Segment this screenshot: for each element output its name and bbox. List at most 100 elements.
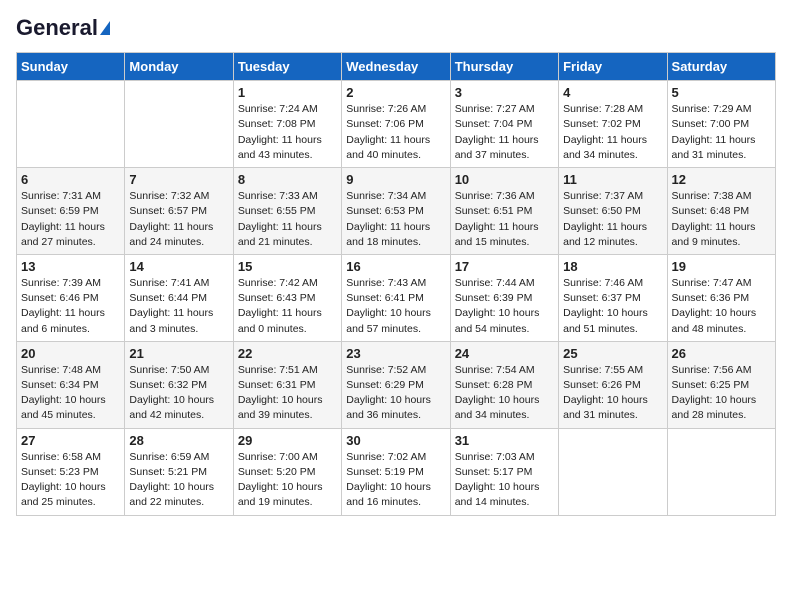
day-info: Sunrise: 7:52 AM Sunset: 6:29 PM Dayligh… <box>346 363 445 424</box>
day-header-thursday: Thursday <box>450 53 558 81</box>
calendar-cell <box>667 428 775 515</box>
calendar-week-1: 1Sunrise: 7:24 AM Sunset: 7:08 PM Daylig… <box>17 81 776 168</box>
calendar-week-5: 27Sunrise: 6:58 AM Sunset: 5:23 PM Dayli… <box>17 428 776 515</box>
calendar-cell: 8 Sunrise: 7:33 AM Sunset: 6:55 PM Daylig… <box>233 168 341 255</box>
calendar-cell: 20 Sunrise: 7:48 AM Sunset: 6:34 PM Dayli… <box>17 341 125 428</box>
calendar-cell: 5 Sunrise: 7:29 AM Sunset: 7:00 PM Daylig… <box>667 81 775 168</box>
day-number: 21 <box>129 346 228 361</box>
day-number: 12 <box>672 172 771 187</box>
day-info: Sunrise: 7:44 AM Sunset: 6:39 PM Dayligh… <box>455 276 554 337</box>
day-number: 3 <box>455 85 554 100</box>
day-number: 17 <box>455 259 554 274</box>
day-number: 19 <box>672 259 771 274</box>
day-number: 23 <box>346 346 445 361</box>
day-number: 31 <box>455 433 554 448</box>
day-header-tuesday: Tuesday <box>233 53 341 81</box>
day-info: Sunrise: 7:48 AM Sunset: 6:34 PM Dayligh… <box>21 363 120 424</box>
day-number: 4 <box>563 85 662 100</box>
day-info: Sunrise: 7:56 AM Sunset: 6:25 PM Dayligh… <box>672 363 771 424</box>
day-info: Sunrise: 7:27 AM Sunset: 7:04 PM Dayligh… <box>455 102 554 163</box>
day-info: Sunrise: 7:38 AM Sunset: 6:48 PM Dayligh… <box>672 189 771 250</box>
day-header-friday: Friday <box>559 53 667 81</box>
calendar-cell: 1Sunrise: 7:24 AM Sunset: 7:08 PM Daylig… <box>233 81 341 168</box>
day-info: Sunrise: 7:51 AM Sunset: 6:31 PM Dayligh… <box>238 363 337 424</box>
day-info: Sunrise: 7:41 AM Sunset: 6:44 PM Dayligh… <box>129 276 228 337</box>
day-number: 30 <box>346 433 445 448</box>
calendar-cell: 13 Sunrise: 7:39 AM Sunset: 6:46 PM Dayli… <box>17 254 125 341</box>
day-info: Sunrise: 7:00 AM Sunset: 5:20 PM Dayligh… <box>238 450 337 511</box>
day-number: 2 <box>346 85 445 100</box>
calendar-cell: 23 Sunrise: 7:52 AM Sunset: 6:29 PM Dayli… <box>342 341 450 428</box>
day-info: Sunrise: 7:32 AM Sunset: 6:57 PM Dayligh… <box>129 189 228 250</box>
day-info: Sunrise: 7:26 AM Sunset: 7:06 PM Dayligh… <box>346 102 445 163</box>
day-info: Sunrise: 7:34 AM Sunset: 6:53 PM Dayligh… <box>346 189 445 250</box>
day-info: Sunrise: 7:54 AM Sunset: 6:28 PM Dayligh… <box>455 363 554 424</box>
day-number: 26 <box>672 346 771 361</box>
calendar-week-3: 13 Sunrise: 7:39 AM Sunset: 6:46 PM Dayli… <box>17 254 776 341</box>
day-info: Sunrise: 6:58 AM Sunset: 5:23 PM Dayligh… <box>21 450 120 511</box>
day-info: Sunrise: 7:47 AM Sunset: 6:36 PM Dayligh… <box>672 276 771 337</box>
calendar-cell: 6 Sunrise: 7:31 AM Sunset: 6:59 PM Daylig… <box>17 168 125 255</box>
calendar-table: SundayMondayTuesdayWednesdayThursdayFrid… <box>16 52 776 515</box>
calendar-cell: 15Sunrise: 7:42 AM Sunset: 6:43 PM Dayli… <box>233 254 341 341</box>
page-header: General <box>16 16 776 40</box>
day-info: Sunrise: 7:42 AM Sunset: 6:43 PM Dayligh… <box>238 276 337 337</box>
day-number: 16 <box>346 259 445 274</box>
day-number: 18 <box>563 259 662 274</box>
day-number: 6 <box>21 172 120 187</box>
day-number: 13 <box>21 259 120 274</box>
day-info: Sunrise: 7:43 AM Sunset: 6:41 PM Dayligh… <box>346 276 445 337</box>
calendar-cell: 29 Sunrise: 7:00 AM Sunset: 5:20 PM Dayli… <box>233 428 341 515</box>
calendar-cell: 28Sunrise: 6:59 AM Sunset: 5:21 PM Dayli… <box>125 428 233 515</box>
calendar-body: 1Sunrise: 7:24 AM Sunset: 7:08 PM Daylig… <box>17 81 776 515</box>
logo-triangle-icon <box>100 21 110 35</box>
day-info: Sunrise: 7:36 AM Sunset: 6:51 PM Dayligh… <box>455 189 554 250</box>
calendar-cell: 9 Sunrise: 7:34 AM Sunset: 6:53 PM Daylig… <box>342 168 450 255</box>
calendar-cell: 18 Sunrise: 7:46 AM Sunset: 6:37 PM Dayli… <box>559 254 667 341</box>
calendar-cell <box>17 81 125 168</box>
day-header-wednesday: Wednesday <box>342 53 450 81</box>
day-info: Sunrise: 7:31 AM Sunset: 6:59 PM Dayligh… <box>21 189 120 250</box>
day-info: Sunrise: 7:33 AM Sunset: 6:55 PM Dayligh… <box>238 189 337 250</box>
day-header-sunday: Sunday <box>17 53 125 81</box>
calendar-week-4: 20 Sunrise: 7:48 AM Sunset: 6:34 PM Dayli… <box>17 341 776 428</box>
day-number: 20 <box>21 346 120 361</box>
calendar-week-2: 6 Sunrise: 7:31 AM Sunset: 6:59 PM Daylig… <box>17 168 776 255</box>
calendar-cell: 2 Sunrise: 7:26 AM Sunset: 7:06 PM Daylig… <box>342 81 450 168</box>
day-info: Sunrise: 7:03 AM Sunset: 5:17 PM Dayligh… <box>455 450 554 511</box>
calendar-cell <box>559 428 667 515</box>
calendar-cell: 25 Sunrise: 7:55 AM Sunset: 6:26 PM Dayli… <box>559 341 667 428</box>
calendar-cell: 19 Sunrise: 7:47 AM Sunset: 6:36 PM Dayli… <box>667 254 775 341</box>
calendar-cell: 3 Sunrise: 7:27 AM Sunset: 7:04 PM Daylig… <box>450 81 558 168</box>
day-header-monday: Monday <box>125 53 233 81</box>
calendar-cell: 4 Sunrise: 7:28 AM Sunset: 7:02 PM Daylig… <box>559 81 667 168</box>
day-number: 5 <box>672 85 771 100</box>
calendar-cell: 7 Sunrise: 7:32 AM Sunset: 6:57 PM Daylig… <box>125 168 233 255</box>
day-info: Sunrise: 7:02 AM Sunset: 5:19 PM Dayligh… <box>346 450 445 511</box>
day-number: 7 <box>129 172 228 187</box>
day-number: 8 <box>238 172 337 187</box>
day-number: 25 <box>563 346 662 361</box>
day-info: Sunrise: 7:37 AM Sunset: 6:50 PM Dayligh… <box>563 189 662 250</box>
calendar-cell <box>125 81 233 168</box>
calendar-cell: 22Sunrise: 7:51 AM Sunset: 6:31 PM Dayli… <box>233 341 341 428</box>
day-info: Sunrise: 7:29 AM Sunset: 7:00 PM Dayligh… <box>672 102 771 163</box>
day-number: 28 <box>129 433 228 448</box>
calendar-cell: 16 Sunrise: 7:43 AM Sunset: 6:41 PM Dayli… <box>342 254 450 341</box>
calendar-header-row: SundayMondayTuesdayWednesdayThursdayFrid… <box>17 53 776 81</box>
day-number: 14 <box>129 259 228 274</box>
calendar-cell: 10Sunrise: 7:36 AM Sunset: 6:51 PM Dayli… <box>450 168 558 255</box>
day-info: Sunrise: 7:28 AM Sunset: 7:02 PM Dayligh… <box>563 102 662 163</box>
calendar-cell: 26 Sunrise: 7:56 AM Sunset: 6:25 PM Dayli… <box>667 341 775 428</box>
calendar-cell: 17 Sunrise: 7:44 AM Sunset: 6:39 PM Dayli… <box>450 254 558 341</box>
day-number: 1 <box>238 85 337 100</box>
day-info: Sunrise: 7:39 AM Sunset: 6:46 PM Dayligh… <box>21 276 120 337</box>
calendar-cell: 11 Sunrise: 7:37 AM Sunset: 6:50 PM Dayli… <box>559 168 667 255</box>
day-number: 9 <box>346 172 445 187</box>
day-number: 11 <box>563 172 662 187</box>
day-info: Sunrise: 7:46 AM Sunset: 6:37 PM Dayligh… <box>563 276 662 337</box>
day-number: 29 <box>238 433 337 448</box>
calendar-cell: 30 Sunrise: 7:02 AM Sunset: 5:19 PM Dayli… <box>342 428 450 515</box>
calendar-cell: 14 Sunrise: 7:41 AM Sunset: 6:44 PM Dayli… <box>125 254 233 341</box>
day-info: Sunrise: 7:55 AM Sunset: 6:26 PM Dayligh… <box>563 363 662 424</box>
